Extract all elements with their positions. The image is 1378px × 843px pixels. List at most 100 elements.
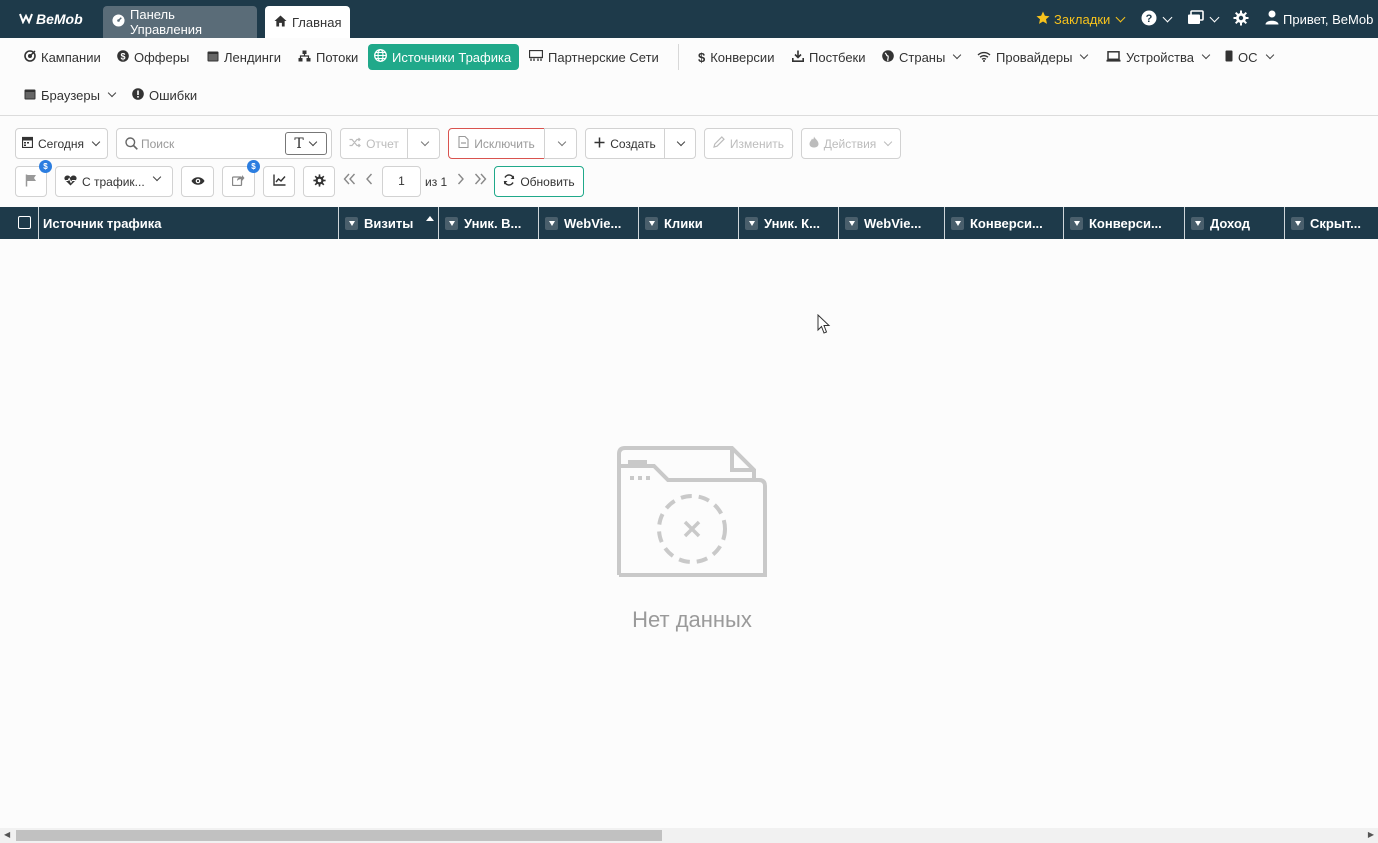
filter-icon[interactable] bbox=[1191, 216, 1204, 230]
filter-icon[interactable] bbox=[545, 216, 558, 230]
nav-item-campaigns[interactable]: Кампании bbox=[18, 44, 107, 70]
chevron-down-icon bbox=[1209, 12, 1220, 22]
filter-icon[interactable] bbox=[951, 216, 964, 230]
last-page-icon[interactable] bbox=[474, 172, 487, 190]
column-header-visits[interactable]: Визиты bbox=[339, 207, 439, 239]
filter-icon[interactable] bbox=[1070, 216, 1083, 230]
column-header-webview-clicks[interactable]: WebVie... bbox=[839, 207, 945, 239]
nav-item-label: Партнерские Сети bbox=[548, 49, 659, 65]
column-header-hidden[interactable]: Скрыт... bbox=[1285, 207, 1378, 239]
flag-button[interactable]: $ bbox=[15, 160, 52, 197]
filter-icon[interactable] bbox=[345, 216, 358, 230]
report-button[interactable]: Отчет bbox=[340, 128, 408, 159]
refresh-label: Обновить bbox=[520, 174, 575, 189]
actions-label: Действия bbox=[823, 136, 877, 151]
refresh-button[interactable]: Обновить bbox=[494, 166, 584, 197]
chevron-down-icon bbox=[420, 137, 429, 146]
tab-dashboard[interactable]: Панель Управления bbox=[103, 6, 257, 38]
question-icon: ? bbox=[1141, 10, 1157, 29]
next-page-icon[interactable] bbox=[457, 172, 465, 190]
date-range-button[interactable]: Сегодня bbox=[15, 128, 108, 159]
pencil-icon bbox=[713, 136, 725, 151]
column-visibility-button[interactable] bbox=[181, 166, 214, 197]
user-menu[interactable]: Привет, BeMob bbox=[1265, 9, 1373, 29]
windows-menu[interactable] bbox=[1187, 9, 1220, 29]
nav-item-landings[interactable]: Лендинги bbox=[201, 44, 287, 70]
error-icon bbox=[132, 87, 144, 103]
download-icon bbox=[792, 50, 804, 65]
filter-icon[interactable] bbox=[845, 216, 858, 230]
network-icon bbox=[528, 49, 544, 65]
settings-button[interactable] bbox=[1233, 9, 1249, 29]
nav-item-countries[interactable]: Страны bbox=[876, 44, 968, 70]
scrollbar-thumb[interactable] bbox=[16, 830, 662, 841]
nav-item-errors[interactable]: Ошибки bbox=[126, 82, 203, 108]
nav-item-label: ОС bbox=[1238, 49, 1258, 65]
page-number-input[interactable]: 1 bbox=[382, 166, 421, 197]
help-menu[interactable]: ? bbox=[1141, 9, 1173, 29]
column-header-webview-visits[interactable]: WebVie... bbox=[539, 207, 639, 239]
column-header-unique-clicks[interactable]: Уник. К... bbox=[739, 207, 839, 239]
create-dropdown-button[interactable] bbox=[664, 128, 696, 159]
fire-icon bbox=[809, 136, 819, 151]
chevron-down-icon bbox=[152, 172, 162, 182]
first-page-icon[interactable] bbox=[343, 172, 356, 190]
edit-button[interactable]: Изменить bbox=[704, 128, 793, 159]
nav-item-affiliate-networks[interactable]: Партнерские Сети bbox=[523, 44, 665, 70]
nav-item-devices[interactable]: Устройства bbox=[1100, 44, 1217, 70]
scroll-left-icon[interactable]: ◀ bbox=[4, 830, 10, 839]
create-label: Создать bbox=[610, 136, 656, 151]
nav-item-traffic-sources[interactable]: Источники Трафика bbox=[368, 44, 519, 70]
globe-icon bbox=[374, 49, 387, 65]
tab-home[interactable]: Главная bbox=[265, 6, 350, 38]
exclude-button[interactable]: Исключить bbox=[448, 128, 545, 159]
column-label: Скрыт... bbox=[1310, 215, 1361, 231]
horizontal-scrollbar[interactable]: ◀ ▶ bbox=[0, 828, 1378, 843]
nav-item-conversions[interactable]: $ Конверсии bbox=[692, 44, 780, 70]
filter-icon[interactable] bbox=[445, 216, 458, 230]
column-label: Источник трафика bbox=[43, 215, 162, 231]
nav-item-browsers[interactable]: Браузеры bbox=[18, 82, 123, 108]
nav-item-flows[interactable]: Потоки bbox=[292, 44, 364, 70]
nav-item-providers[interactable]: Провайдеры bbox=[971, 44, 1095, 70]
exclude-dropdown-button[interactable] bbox=[544, 128, 577, 159]
nav-item-label: Потоки bbox=[316, 49, 359, 65]
table-settings-button[interactable] bbox=[303, 166, 335, 197]
filter-icon[interactable] bbox=[1291, 216, 1304, 230]
filter-icon[interactable] bbox=[645, 216, 658, 230]
nav-item-label: Постбеки bbox=[809, 49, 866, 65]
chevron-down-icon bbox=[1201, 50, 1211, 60]
search-icon bbox=[125, 137, 138, 153]
empty-folder-icon bbox=[614, 442, 770, 583]
heartbeat-icon bbox=[64, 175, 77, 189]
column-header-traffic-source[interactable]: Источник трафика bbox=[39, 207, 339, 239]
bemob-logo[interactable]: BeMob bbox=[19, 11, 83, 27]
nav-item-os[interactable]: ОС bbox=[1219, 44, 1281, 70]
search-type-button[interactable]: T bbox=[285, 132, 327, 155]
bookmarks-menu[interactable]: Закладки bbox=[1036, 9, 1126, 29]
report-dropdown-button[interactable] bbox=[407, 128, 440, 159]
scroll-right-icon[interactable]: ▶ bbox=[1368, 830, 1374, 839]
export-button[interactable]: $ bbox=[222, 160, 260, 197]
column-label: Уник. К... bbox=[764, 215, 820, 231]
report-label: Отчет bbox=[366, 136, 399, 151]
nav-item-offers[interactable]: $ Офферы bbox=[111, 44, 195, 70]
chart-button[interactable] bbox=[263, 166, 295, 197]
column-header-unique-visits[interactable]: Уник. В... bbox=[439, 207, 539, 239]
column-header-revenue[interactable]: Доход bbox=[1185, 207, 1285, 239]
logo-text: BeMob bbox=[36, 11, 83, 27]
column-header-conversion-rate[interactable]: Конверси... bbox=[1064, 207, 1185, 239]
nav-item-postbacks[interactable]: Постбеки bbox=[786, 44, 872, 70]
actions-button[interactable]: Действия bbox=[801, 128, 901, 159]
select-all-checkbox[interactable] bbox=[18, 216, 31, 229]
gear-icon bbox=[312, 173, 326, 190]
traffic-filter-select[interactable]: С трафик... bbox=[55, 166, 173, 197]
nav-item-label: Конверсии bbox=[710, 49, 775, 65]
filter-icon[interactable] bbox=[745, 216, 758, 230]
column-header-conversions[interactable]: Конверси... bbox=[945, 207, 1064, 239]
column-header-clicks[interactable]: Клики bbox=[639, 207, 739, 239]
svg-text:?: ? bbox=[1146, 13, 1153, 25]
search-input[interactable] bbox=[141, 135, 301, 153]
create-button[interactable]: Создать bbox=[585, 128, 665, 159]
prev-page-icon[interactable] bbox=[365, 172, 373, 190]
